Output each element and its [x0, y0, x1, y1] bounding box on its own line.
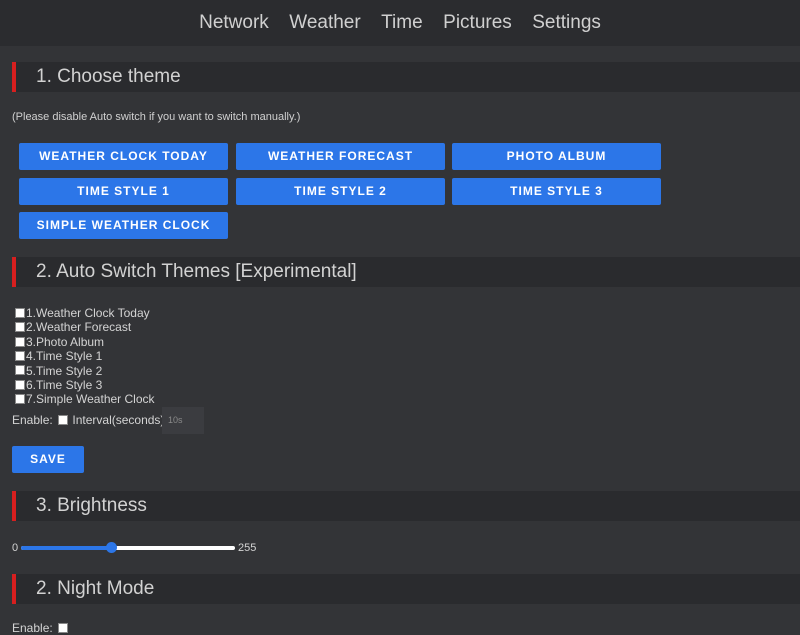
save-button[interactable]: SAVE: [12, 446, 84, 473]
list-item: 6.Time Style 3: [13, 378, 155, 392]
auto-switch-title: 2. Auto Switch Themes [Experimental]: [36, 261, 357, 282]
theme-4-label: 4.Time Style 1: [26, 349, 103, 364]
auto-switch-enable-label: Enable:: [12, 413, 53, 427]
theme-7-label: 7.Simple Weather Clock: [26, 392, 155, 407]
theme-1-label: 1.Weather Clock Today: [26, 306, 150, 320]
nav-weather[interactable]: Weather: [289, 0, 360, 46]
night-mode-enable-checkbox[interactable]: [58, 622, 69, 633]
theme-weather-clock-today-button[interactable]: WEATHER CLOCK TODAY: [19, 143, 228, 170]
interval-input[interactable]: 10s: [162, 407, 204, 434]
theme-7-checkbox[interactable]: [15, 394, 25, 405]
theme-photo-album-button[interactable]: PHOTO ALBUM: [452, 143, 661, 170]
nav-network[interactable]: Network: [199, 0, 269, 46]
theme-time-style-1-button[interactable]: TIME STYLE 1: [19, 178, 228, 205]
theme-2-label: 2.Weather Forecast: [26, 320, 132, 335]
theme-simple-weather-clock-button[interactable]: SIMPLE WEATHER CLOCK: [19, 212, 228, 239]
nav-pictures[interactable]: Pictures: [443, 0, 512, 46]
brightness-slider-handle[interactable]: [105, 542, 117, 553]
theme-3-checkbox[interactable]: [15, 336, 25, 347]
night-mode-header: 2. Night Mode: [12, 574, 800, 604]
choose-theme-title: 1. Choose theme: [36, 66, 181, 87]
theme-6-label: 6.Time Style 3: [26, 377, 103, 392]
list-item: 7.Simple Weather Clock: [13, 392, 155, 406]
night-mode-enable-row: Enable:: [12, 621, 69, 635]
auto-switch-enable-checkbox[interactable]: [58, 414, 69, 425]
theme-6-checkbox[interactable]: [15, 379, 25, 390]
brightness-max-label: 255: [238, 542, 257, 554]
brightness-min-label: 0: [12, 542, 19, 554]
auto-switch-enable-row: Enable: Interval(seconds):: [12, 407, 168, 434]
brightness-header: 3. Brightness: [12, 491, 800, 521]
list-item: 4.Time Style 1: [13, 349, 155, 363]
theme-weather-forecast-button[interactable]: WEATHER FORECAST: [236, 143, 445, 170]
nav-time[interactable]: Time: [381, 0, 423, 46]
night-mode-enable-label: Enable:: [12, 621, 53, 635]
interval-label: Interval(seconds):: [72, 413, 168, 427]
theme-time-style-2-button[interactable]: TIME STYLE 2: [236, 178, 445, 205]
list-item: 5.Time Style 2: [13, 364, 155, 378]
theme-5-label: 5.Time Style 2: [26, 363, 103, 378]
list-item: 3.Photo Album: [13, 335, 155, 349]
list-item: 2.Weather Forecast: [13, 320, 155, 334]
brightness-title: 3. Brightness: [36, 495, 147, 516]
theme-5-checkbox[interactable]: [15, 365, 25, 376]
top-nav: Network Weather Time Pictures Settings: [0, 0, 800, 46]
theme-1-checkbox[interactable]: [15, 307, 25, 318]
manual-switch-note: (Please disable Auto switch if you want …: [12, 111, 301, 123]
theme-3-label: 3.Photo Album: [26, 334, 105, 349]
brightness-slider-fill: [21, 546, 111, 550]
auto-switch-theme-list: 1.Weather Clock Today 2.Weather Forecast…: [13, 306, 155, 407]
nav-settings[interactable]: Settings: [532, 0, 601, 46]
brightness-slider-track[interactable]: [21, 546, 235, 550]
theme-4-checkbox[interactable]: [15, 351, 25, 361]
choose-theme-header: 1. Choose theme: [12, 62, 800, 92]
theme-time-style-3-button[interactable]: TIME STYLE 3: [452, 178, 661, 205]
night-mode-title: 2. Night Mode: [36, 578, 155, 599]
theme-2-checkbox[interactable]: [15, 322, 25, 333]
auto-switch-header: 2. Auto Switch Themes [Experimental]: [12, 257, 800, 287]
list-item: 1.Weather Clock Today: [13, 306, 155, 320]
